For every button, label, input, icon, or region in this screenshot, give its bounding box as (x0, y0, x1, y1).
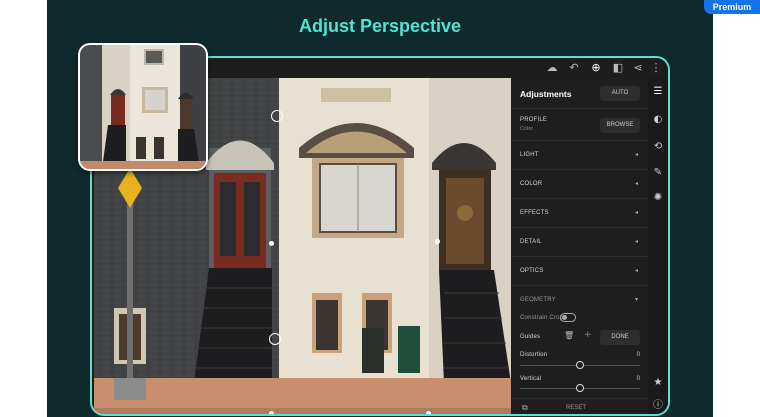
distortion-value: 0 (636, 352, 640, 358)
premium-badge[interactable]: Premium (704, 0, 760, 14)
add-guide-icon[interactable]: + (584, 330, 592, 340)
profile-value: Color (520, 126, 534, 132)
constrain-crop-toggle[interactable] (560, 313, 576, 322)
original-photo-thumbnail (80, 45, 206, 169)
compare-icon[interactable]: ◧ (610, 60, 626, 76)
chevron-left-icon[interactable]: ◂ (635, 238, 638, 245)
toggle-knob (562, 315, 567, 320)
vertical-value: 0 (636, 376, 640, 382)
section-color[interactable]: COLOR (520, 181, 542, 187)
info-icon[interactable]: ⓘ (650, 398, 666, 414)
divider (512, 256, 648, 257)
sliders-icon[interactable]: ☰ (650, 84, 666, 100)
guide-handle[interactable] (271, 110, 283, 122)
vertical-slider-knob[interactable] (576, 384, 584, 392)
auto-button[interactable]: AUTO (600, 86, 640, 101)
chevron-left-icon[interactable]: ◂ (635, 267, 638, 274)
divider (512, 198, 648, 199)
more-icon[interactable]: ⋮ (648, 60, 664, 76)
chevron-down-icon[interactable]: ▾ (635, 296, 638, 303)
section-geometry[interactable]: GEOMETRY (520, 297, 556, 303)
distortion-label: Distortion (520, 352, 548, 358)
undo-icon[interactable]: ↶ (566, 60, 582, 76)
share-icon[interactable]: ⋖ (630, 60, 646, 76)
section-effects[interactable]: EFFECTS (520, 210, 549, 216)
profile-label: PROFILE (520, 117, 548, 123)
crop-rotate-icon[interactable]: ⟲ (650, 139, 666, 155)
brush-icon[interactable]: ✎ (650, 165, 666, 181)
browse-button[interactable]: BROWSE (600, 118, 640, 133)
reset-button[interactable]: RESET (554, 405, 598, 411)
cloud-icon[interactable]: ☁ (544, 60, 560, 76)
guide-point[interactable] (269, 411, 274, 414)
stage: Premium Adjust Perspective ☁ ↶ ⊕ ◧ ⋖ ⋮ A… (0, 0, 760, 417)
panel-title: Adjustments (520, 89, 572, 99)
star-icon[interactable]: ★ (650, 375, 666, 391)
guide-point[interactable] (269, 241, 274, 246)
chevron-left-icon[interactable]: ◂ (635, 151, 638, 158)
before-preview-inset (78, 43, 208, 171)
distortion-slider-knob[interactable] (576, 361, 584, 369)
divider (512, 227, 648, 228)
divider (512, 108, 648, 109)
constrain-crop-label: Constrain Crop (520, 315, 564, 321)
heal-icon[interactable]: ◐ (650, 112, 666, 128)
adjustments-panel: Adjustments AUTO PROFILE Color BROWSE LI… (512, 78, 648, 414)
tool-rail: ☰ ◐ ⟲ ✎ ✺ ★ ⓘ (648, 78, 668, 414)
done-button[interactable]: DONE (600, 330, 640, 345)
divider (512, 169, 648, 170)
guides-label: Guides (520, 334, 541, 340)
guide-point[interactable] (426, 411, 431, 414)
section-optics[interactable]: OPTICS (520, 268, 544, 274)
vertical-label: Vertical (520, 376, 542, 382)
guide-point[interactable] (435, 239, 440, 244)
trash-icon[interactable]: 🗑 (564, 331, 574, 340)
section-detail[interactable]: DETAIL (520, 239, 542, 245)
chevron-left-icon[interactable]: ◂ (635, 180, 638, 187)
page-title: Adjust Perspective (298, 16, 462, 36)
chevron-left-icon[interactable]: ◂ (635, 209, 638, 216)
section-light[interactable]: LIGHT (520, 152, 539, 158)
filter-icon[interactable]: ✺ (650, 190, 666, 206)
guide-handle[interactable] (269, 333, 281, 345)
divider (512, 285, 648, 286)
add-icon[interactable]: ⊕ (588, 60, 604, 76)
divider (512, 140, 648, 141)
presets-icon[interactable]: ⧉ (522, 403, 528, 413)
divider (512, 398, 648, 399)
